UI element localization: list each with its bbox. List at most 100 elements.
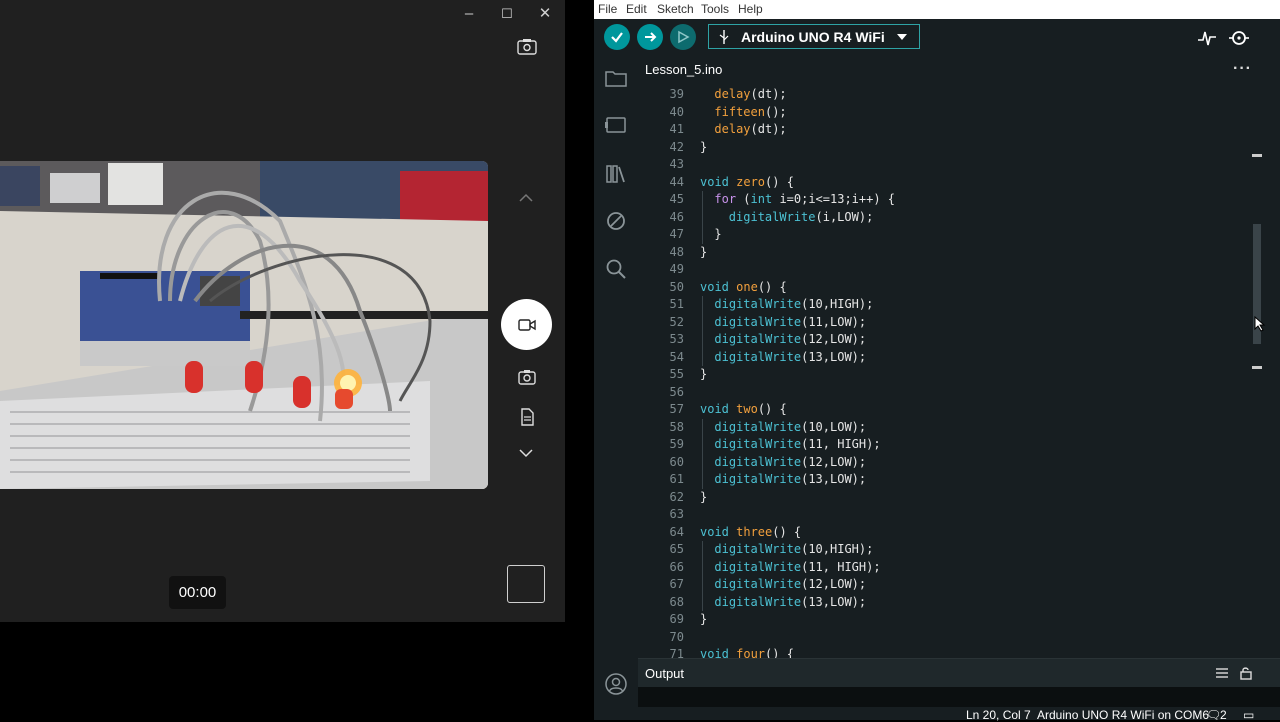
maximize-button[interactable]: ☐ [487,3,527,27]
line-number: 40 [669,104,684,119]
line-code: digitalWrite(12,LOW); [714,577,867,591]
code-line[interactable]: 55} [638,366,1250,384]
folder-icon[interactable] [604,66,628,90]
code-line[interactable]: 40 fifteen(); [638,104,1250,122]
output-console[interactable] [638,687,1280,707]
line-code: digitalWrite(10,LOW); [714,419,867,434]
line-number: 68 [669,594,684,609]
line-number: 55 [669,367,684,381]
code-line[interactable]: 44 void zero() { [638,174,1250,192]
code-line[interactable]: 66 digitalWrite(11, HIGH); [638,559,1250,577]
code-line[interactable]: 48} [638,244,1250,262]
library-manager-icon[interactable] [604,162,628,186]
serial-monitor-icon[interactable] [1228,27,1250,49]
code-line[interactable]: 65 digitalWrite(10,HIGH); [638,541,1250,559]
code-line[interactable]: 71 void four() { [638,646,1250,658]
debug-button[interactable] [670,24,696,50]
gallery-thumbnail[interactable] [507,565,545,603]
code-line[interactable]: 47} [638,226,1250,244]
minimize-button[interactable]: – [449,3,489,27]
menu-sketch[interactable]: Sketch [657,2,694,16]
code-line[interactable]: 70 [638,629,1250,647]
code-line[interactable]: 54 digitalWrite(13,LOW); [638,349,1250,367]
line-number: 53 [669,332,684,346]
clear-output-icon[interactable] [1215,666,1229,680]
line-number: 49 [669,262,684,276]
photo-mode-icon[interactable] [517,367,537,387]
sidebar [594,57,638,720]
code-line[interactable]: 63 [638,506,1250,524]
profile-icon[interactable] [604,672,628,696]
camera-app-window: – ☐ ✕ 00:00 [0,0,565,622]
upload-button[interactable] [637,24,663,50]
line-code: delay(dt); [714,122,787,136]
code-line[interactable]: 49 [638,261,1250,279]
code-line[interactable]: 59 digitalWrite(11, HIGH); [638,436,1250,454]
indent-guide [702,296,703,366]
line-code: void four() { [700,647,794,658]
menu-tools[interactable]: Tools [701,2,729,16]
more-options-icon[interactable]: ··· [1233,60,1252,78]
code-line[interactable]: 39 delay(dt); [638,86,1250,104]
code-line[interactable]: 60 digitalWrite(12,LOW); [638,454,1250,472]
line-number: 52 [669,314,684,329]
document-mode-icon[interactable] [517,407,537,427]
menu-bar: File Edit Sketch Tools Help [594,0,1280,19]
indent-guide [702,191,703,244]
code-line[interactable]: 42} [638,139,1250,157]
line-number: 64 [669,524,684,539]
code-line[interactable]: 50 void one() { [638,279,1250,297]
chevron-up-icon[interactable] [516,191,536,205]
line-number: 50 [669,279,684,294]
board-selector[interactable]: Arduino UNO R4 WiFi [708,24,920,49]
code-line[interactable]: 53 digitalWrite(12,LOW); [638,331,1250,349]
line-code: digitalWrite(12,LOW); [714,332,867,346]
line-code: digitalWrite(10,HIGH); [714,297,874,311]
code-line[interactable]: 57 void two() { [638,401,1250,419]
code-line[interactable]: 62} [638,489,1250,507]
close-button[interactable]: ✕ [525,3,565,27]
output-panel-header: Output [638,658,1280,687]
search-icon[interactable] [604,257,628,281]
line-number: 44 [669,174,684,189]
code-line[interactable]: 43 [638,156,1250,174]
menu-file[interactable]: File [598,2,617,16]
code-line[interactable]: 69} [638,611,1250,629]
switch-camera-icon[interactable] [516,37,538,57]
line-code: digitalWrite(13,LOW); [714,594,867,609]
code-editor[interactable]: 39 delay(dt); 40 fifteen(); 41 delay(dt); 42} 4… [638,84,1250,658]
code-line[interactable]: 56 [638,384,1250,402]
code-line[interactable]: 67 digitalWrite(12,LOW); [638,576,1250,594]
debug-no-entry-icon[interactable] [604,209,628,233]
camera-preview [0,161,488,489]
indent-guide [702,541,703,611]
code-line[interactable]: 46 digitalWrite(i,LOW); [638,209,1250,227]
code-line[interactable]: 64 void three() { [638,524,1250,542]
editor-scrollbar[interactable] [1250,84,1262,658]
code-line[interactable]: 52 digitalWrite(11,LOW); [638,314,1250,332]
output-label: Output [645,666,685,681]
chevron-down-icon[interactable] [516,446,536,460]
serial-plotter-icon[interactable] [1196,27,1218,49]
code-line[interactable]: 68 digitalWrite(13,LOW); [638,594,1250,612]
video-mode-button[interactable] [501,299,552,350]
board-manager-icon[interactable] [604,113,628,137]
menu-help[interactable]: Help [738,2,763,16]
line-code: digitalWrite(13,LOW); [714,472,867,486]
verify-button[interactable] [604,24,630,50]
code-line[interactable]: 58 digitalWrite(10,LOW); [638,419,1250,437]
tab-lesson-5[interactable]: Lesson_5.ino [645,62,722,77]
line-number: 41 [669,122,684,136]
line-code: void one() { [700,279,787,294]
unlock-icon[interactable] [1239,666,1253,680]
code-line[interactable]: 45 for (int i=0;i<=13;i++) { [638,191,1250,209]
line-code: } [700,139,708,154]
menu-edit[interactable]: Edit [626,2,647,16]
line-code: fifteen(); [714,104,787,119]
line-number: 62 [669,489,684,504]
code-line[interactable]: 61 digitalWrite(13,LOW); [638,471,1250,489]
code-line[interactable]: 41 delay(dt); [638,121,1250,139]
line-number: 70 [669,629,684,644]
line-code: digitalWrite(12,LOW); [714,454,867,469]
code-line[interactable]: 51 digitalWrite(10,HIGH); [638,296,1250,314]
